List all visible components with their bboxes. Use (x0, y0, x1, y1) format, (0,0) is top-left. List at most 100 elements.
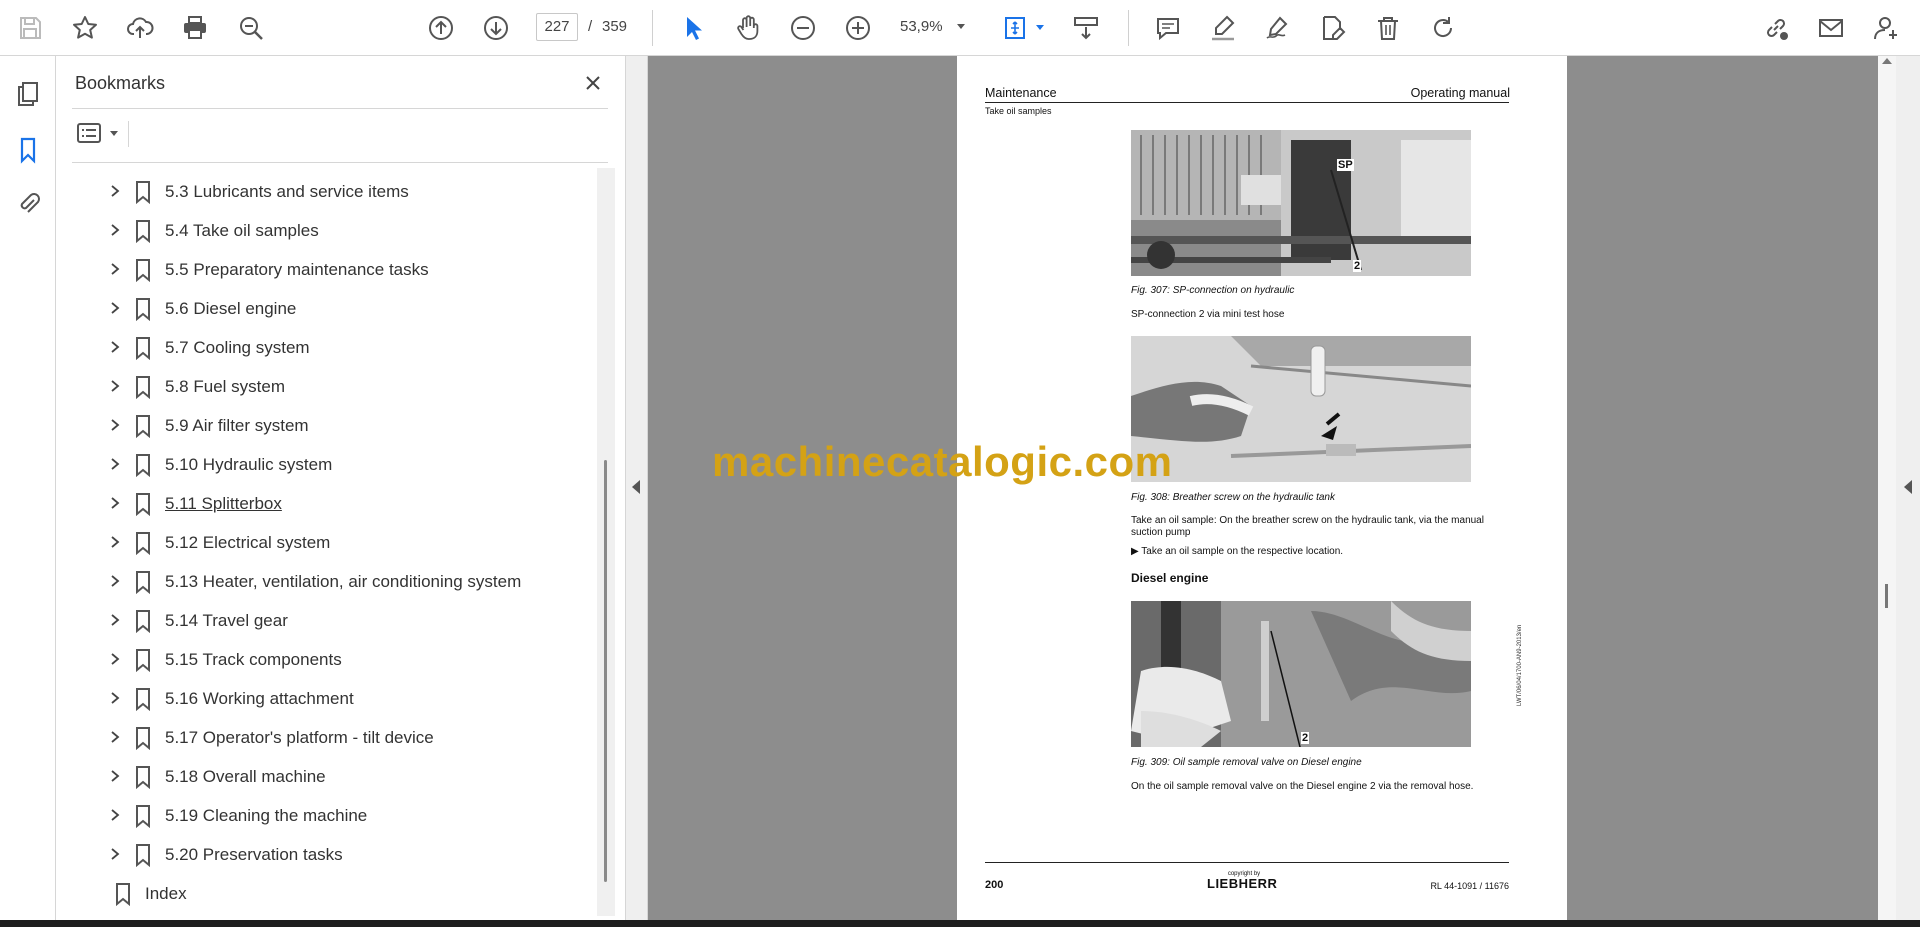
bookmark-item[interactable]: 5.7 Cooling system (56, 328, 596, 367)
chevron-right-icon[interactable] (108, 262, 122, 276)
bookmark-icon (136, 493, 150, 516)
list-options-icon (77, 123, 101, 143)
zoom-level[interactable]: 53,9% (900, 18, 943, 35)
bookmark-item[interactable]: 5.19 Cleaning the machine (56, 796, 596, 835)
watermark: machinecatalogic.com (712, 438, 1173, 485)
bookmark-item[interactable]: 5.16 Working attachment (56, 679, 596, 718)
draw-icon[interactable] (1259, 10, 1295, 46)
bookmark-item[interactable]: 5.8 Fuel system (56, 367, 596, 406)
bookmark-item[interactable]: 5.17 Operator's platform - tilt device (56, 718, 596, 757)
chevron-right-icon[interactable] (108, 379, 122, 393)
bookmark-label: 5.8 Fuel system (165, 377, 285, 396)
chevron-down-icon[interactable] (1036, 25, 1044, 30)
delete-icon[interactable] (1370, 10, 1406, 46)
bookmark-item[interactable]: 5.14 Travel gear (56, 601, 596, 640)
figure-309-caption: Fig. 309: Oil sample removal valve on Di… (1131, 757, 1362, 768)
chevron-right-icon[interactable] (108, 847, 122, 861)
bookmark-label: 5.5 Preparatory maintenance tasks (165, 260, 429, 279)
bookmark-label: Index (145, 884, 187, 903)
toolbar-divider (652, 10, 653, 46)
header-rule (985, 102, 1509, 103)
bookmark-label: 5.17 Operator's platform - tilt device (165, 728, 434, 747)
fit-page-icon[interactable] (998, 10, 1034, 46)
chevron-right-icon[interactable] (108, 223, 122, 237)
document-scrollbar[interactable] (1878, 56, 1896, 920)
chevron-right-icon[interactable] (108, 613, 122, 627)
bookmark-item[interactable]: 5.5 Preparatory maintenance tasks (56, 250, 596, 289)
chevron-right-icon[interactable] (108, 769, 122, 783)
bookmark-icon (136, 610, 150, 633)
bookmark-item[interactable]: 5.18 Overall machine (56, 757, 596, 796)
bookmark-icon (136, 727, 150, 750)
link-icon[interactable] (1758, 10, 1794, 46)
account-icon[interactable] (1868, 10, 1904, 46)
divider (72, 162, 608, 163)
rotate-icon[interactable] (1425, 10, 1461, 46)
scrollbar-thumb[interactable] (604, 460, 607, 882)
bookmark-item[interactable]: 5.10 Hydraulic system (56, 445, 596, 484)
chevron-right-icon[interactable] (108, 184, 122, 198)
highlight-icon[interactable] (1205, 10, 1241, 46)
chevron-right-icon[interactable] (108, 808, 122, 822)
chevron-right-icon[interactable] (108, 418, 122, 432)
attachments-icon[interactable] (10, 186, 46, 222)
bookmark-icon (136, 454, 150, 477)
close-icon[interactable] (578, 68, 608, 98)
bookmark-label: 5.12 Electrical system (165, 533, 331, 552)
bookmark-item[interactable]: 5.12 Electrical system (56, 523, 596, 562)
save-icon[interactable] (12, 10, 48, 46)
chevron-right-icon[interactable] (108, 691, 122, 705)
bookmark-item[interactable]: 5.4 Take oil samples (56, 211, 596, 250)
chevron-down-icon[interactable] (957, 24, 965, 29)
bookmark-label: 5.4 Take oil samples (165, 221, 319, 240)
scroll-mode-icon[interactable] (1068, 10, 1104, 46)
chevron-right-icon[interactable] (108, 457, 122, 471)
bookmark-item[interactable]: Index (56, 874, 596, 913)
bookmark-item[interactable]: 5.20 Preservation tasks (56, 835, 596, 874)
chevron-right-icon[interactable] (108, 340, 122, 354)
fill-sign-icon[interactable] (1314, 10, 1350, 46)
chevron-left-icon[interactable] (632, 480, 640, 494)
page-down-icon[interactable] (478, 10, 514, 46)
bookmark-list: 5.3 Lubricants and service items 5.4 Take… (56, 172, 596, 920)
bookmark-item[interactable]: 5.6 Diesel engine (56, 289, 596, 328)
page-up-icon[interactable] (423, 10, 459, 46)
zoom-out-icon[interactable] (785, 10, 821, 46)
chevron-left-icon[interactable] (1904, 480, 1912, 494)
bookmarks-icon[interactable] (10, 132, 46, 168)
bookmark-label: 5.20 Preservation tasks (165, 845, 343, 864)
document-scrollbar-thumb[interactable] (1885, 584, 1888, 608)
chevron-right-icon[interactable] (108, 535, 122, 549)
bookmark-item[interactable]: 5.15 Track components (56, 640, 596, 679)
bookmark-item[interactable]: 5.11 Splitterbox (56, 484, 596, 523)
upload-icon[interactable] (122, 10, 158, 46)
chevron-right-icon[interactable] (108, 301, 122, 315)
select-cursor-icon[interactable] (675, 10, 711, 46)
mail-icon[interactable] (1813, 10, 1849, 46)
page-number-input[interactable]: 227 (536, 13, 578, 41)
pages-icon[interactable] (10, 76, 46, 112)
zoom-search-icon[interactable] (233, 10, 269, 46)
scroll-up-icon[interactable] (1882, 58, 1892, 64)
bookmark-icon (136, 181, 150, 204)
bookmark-star-icon[interactable] (67, 10, 103, 46)
bookmark-item[interactable]: 5.3 Lubricants and service items (56, 172, 596, 211)
hand-icon[interactable] (730, 10, 766, 46)
bookmark-icon (136, 337, 150, 360)
header-subsection: Take oil samples (985, 106, 1052, 116)
bookmark-icon (136, 688, 150, 711)
bookmark-icon (136, 766, 150, 789)
print-icon[interactable] (177, 10, 213, 46)
bookmark-icon (136, 532, 150, 555)
bookmark-options-button[interactable] (76, 118, 124, 148)
chevron-right-icon[interactable] (108, 652, 122, 666)
bookmark-item[interactable]: 5.13 Heater, ventilation, air conditioni… (56, 562, 596, 601)
chevron-right-icon[interactable] (108, 574, 122, 588)
bookmark-icon (136, 649, 150, 672)
bookmark-item[interactable]: 5.9 Air filter system (56, 406, 596, 445)
chevron-right-icon[interactable] (108, 496, 122, 510)
zoom-in-icon[interactable] (840, 10, 876, 46)
bookmark-icon (136, 844, 150, 867)
comment-icon[interactable] (1150, 10, 1186, 46)
chevron-right-icon[interactable] (108, 730, 122, 744)
